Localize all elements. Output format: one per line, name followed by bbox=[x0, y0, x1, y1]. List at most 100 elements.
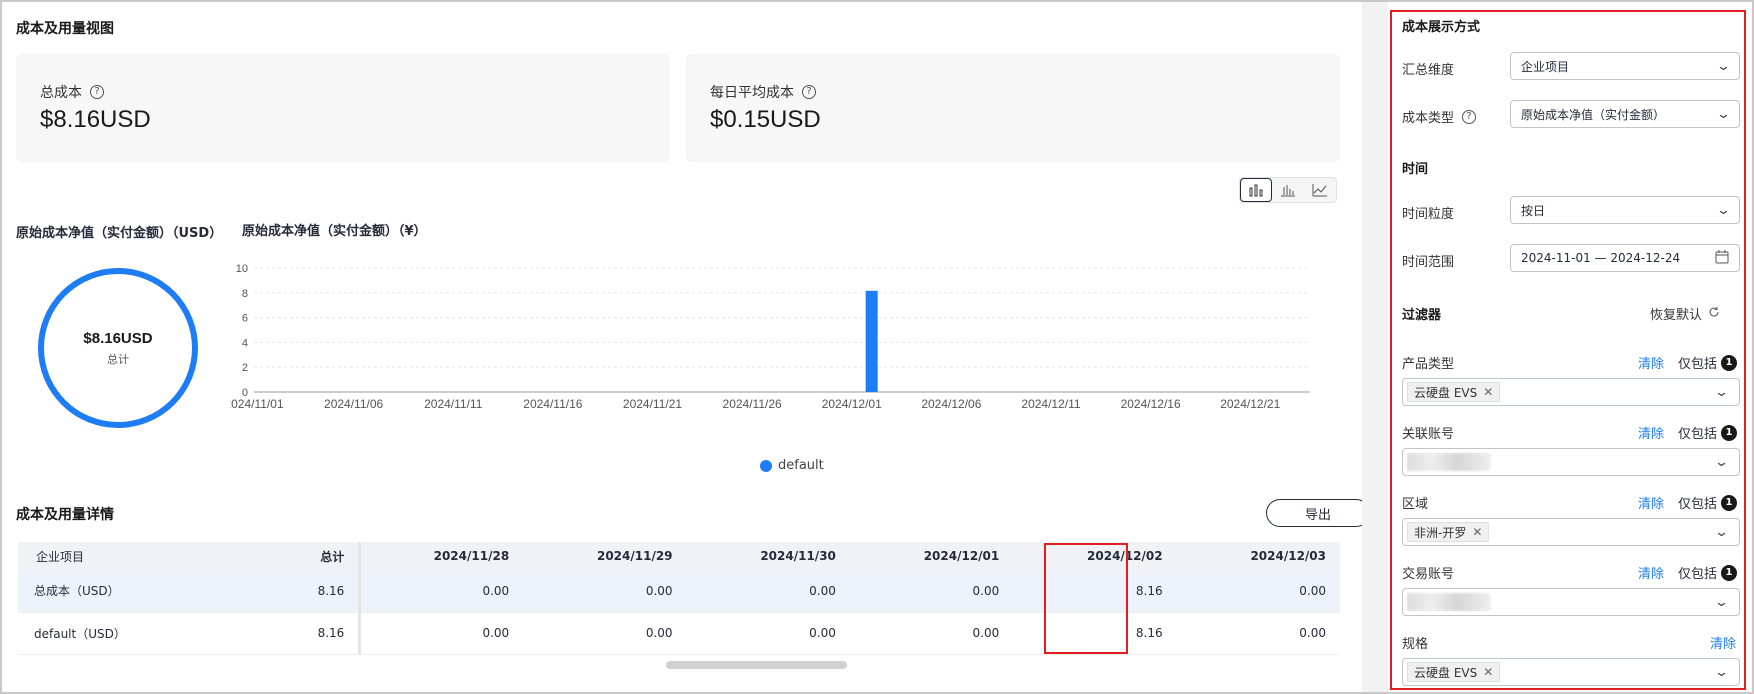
table-cell: 0.00 bbox=[1176, 570, 1340, 613]
column-header: 2024/12/01 bbox=[849, 542, 1014, 570]
x-tick-label: 2024/11/01 bbox=[230, 397, 284, 411]
region-select[interactable]: 非洲-开罗 ✕ ⌄ bbox=[1402, 518, 1740, 546]
selected-tag: 非洲-开罗 ✕ bbox=[1407, 522, 1490, 542]
clear-link[interactable]: 清除 bbox=[1638, 423, 1664, 442]
table-cell: 0.00 bbox=[686, 612, 850, 655]
bar-chart-icon[interactable] bbox=[1272, 178, 1304, 202]
column-header: 总计 bbox=[181, 542, 362, 570]
overview-title: 成本及用量视图 bbox=[16, 21, 114, 37]
linked-account-select[interactable]: ⌄ bbox=[1402, 448, 1740, 476]
x-tick-label: 2024/12/16 bbox=[1121, 397, 1181, 411]
chevron-down-icon: ⌄ bbox=[1713, 384, 1730, 400]
panel-gutter bbox=[1362, 2, 1388, 692]
help-icon[interactable]: ? bbox=[802, 85, 816, 99]
agg-value: 企业项目 bbox=[1521, 59, 1570, 74]
calendar-icon bbox=[1715, 249, 1729, 267]
bar bbox=[865, 290, 878, 392]
trade-account-select[interactable]: ⌄ bbox=[1402, 588, 1740, 616]
donut-chart: $8.16USD 总计 bbox=[38, 268, 198, 428]
y-tick-label: 8 bbox=[242, 288, 248, 300]
selected-tag: 云硬盘 EVS ✕ bbox=[1407, 382, 1501, 402]
selected-tag: 云硬盘 EVS ✕ bbox=[1407, 662, 1501, 682]
highlight-box bbox=[1044, 543, 1128, 654]
date-range-picker[interactable]: 2024-11-01 — 2024-12-24 bbox=[1510, 244, 1740, 272]
redacted-value bbox=[1407, 593, 1491, 611]
count-badge: 1 bbox=[1721, 424, 1738, 441]
table-header-row: 企业项目 总计 2024/11/28 2024/11/29 2024/11/30… bbox=[18, 542, 1340, 570]
daily-avg-card: 每日平均成本 ? $0.15USD bbox=[686, 54, 1340, 162]
table-cell: 0.00 bbox=[686, 570, 850, 613]
table-cell: 0.00 bbox=[359, 612, 524, 655]
table-row[interactable]: 总成本（USD） 8.16 0.00 0.00 0.00 0.00 8.16 0… bbox=[18, 570, 1340, 613]
row-name: 总成本（USD） bbox=[18, 570, 182, 613]
cost-type-select[interactable]: 原始成本净值（实付金额） ⌄ bbox=[1510, 100, 1740, 128]
only-include-toggle[interactable]: 仅包括 1 bbox=[1678, 493, 1738, 512]
bar-chart: 02468102024/11/01 2024/11/06 2024/11/11 202… bbox=[230, 263, 1310, 411]
filter-linked-account-label: 关联账号 bbox=[1402, 427, 1455, 442]
x-tick-label: 2024/11/16 bbox=[523, 397, 582, 411]
legend-dot bbox=[760, 459, 772, 472]
chevron-down-icon: ⌄ bbox=[1713, 664, 1730, 680]
row-name: default（USD） bbox=[18, 612, 182, 655]
product-type-select[interactable]: 云硬盘 EVS ✕ ⌄ bbox=[1402, 378, 1740, 406]
chevron-down-icon: ⌄ bbox=[1715, 106, 1732, 122]
time-heading: 时间 bbox=[1402, 162, 1429, 177]
bar-chart-title: 原始成本净值（实付金额）（¥） bbox=[242, 224, 427, 239]
chevron-down-icon: ⌄ bbox=[1713, 454, 1730, 470]
spec-select[interactable]: 云硬盘 EVS ✕ ⌄ bbox=[1402, 658, 1740, 686]
table-cell: 8.16 bbox=[181, 612, 362, 655]
chevron-down-icon: ⌄ bbox=[1715, 202, 1732, 218]
remove-tag-icon[interactable]: ✕ bbox=[1483, 665, 1493, 679]
clear-link[interactable]: 清除 bbox=[1710, 633, 1736, 652]
x-tick-label: 2024/12/11 bbox=[1021, 397, 1080, 411]
donut-title: 原始成本净值（实付金额）（USD） bbox=[16, 226, 223, 241]
count-badge: 1 bbox=[1721, 354, 1738, 371]
granularity-label: 时间粒度 bbox=[1402, 207, 1455, 222]
only-include-toggle[interactable]: 仅包括 1 bbox=[1678, 353, 1738, 372]
table-cell: 0.00 bbox=[523, 612, 687, 655]
granularity-value: 按日 bbox=[1521, 203, 1546, 218]
only-include-toggle[interactable]: 仅包括 1 bbox=[1678, 563, 1738, 582]
chevron-down-icon: ⌄ bbox=[1715, 58, 1732, 74]
total-cost-label: 总成本 ? bbox=[40, 82, 104, 102]
table-cell: 0.00 bbox=[849, 612, 1014, 655]
range-label: 时间范围 bbox=[1402, 255, 1455, 270]
donut-center-label: 总计 bbox=[107, 352, 129, 366]
column-header: 2024/11/28 bbox=[359, 542, 524, 570]
remove-tag-icon[interactable]: ✕ bbox=[1483, 385, 1493, 399]
granularity-select[interactable]: 按日 ⌄ bbox=[1510, 196, 1740, 224]
donut-bar-icon[interactable] bbox=[1240, 178, 1272, 202]
table-cell: 0.00 bbox=[523, 570, 687, 613]
remove-tag-icon[interactable]: ✕ bbox=[1472, 525, 1482, 539]
reset-default-button[interactable]: 恢复默认 bbox=[1650, 304, 1720, 323]
column-header: 2024/12/03 bbox=[1176, 542, 1340, 570]
only-include-toggle[interactable]: 仅包括 1 bbox=[1678, 423, 1738, 442]
help-icon[interactable]: ? bbox=[1462, 109, 1477, 124]
export-button[interactable]: 导出 bbox=[1266, 499, 1370, 527]
help-icon[interactable]: ? bbox=[90, 85, 104, 99]
clear-link[interactable]: 清除 bbox=[1638, 563, 1664, 582]
filter-heading: 过滤器 bbox=[1402, 308, 1442, 323]
y-tick-label: 6 bbox=[242, 313, 248, 325]
total-cost-card: 总成本 ? $8.16USD bbox=[16, 54, 670, 162]
x-tick-label: 2024/12/06 bbox=[921, 397, 981, 411]
clear-link[interactable]: 清除 bbox=[1638, 493, 1664, 512]
x-tick-label: 2024/12/21 bbox=[1220, 397, 1280, 411]
y-tick-label: 10 bbox=[236, 263, 248, 275]
x-tick-label: 2024/11/21 bbox=[623, 397, 682, 411]
table-row[interactable]: default（USD） 8.16 0.00 0.00 0.00 0.00 8.… bbox=[18, 612, 1340, 655]
cost-type-value: 原始成本净值（实付金额） bbox=[1521, 107, 1666, 122]
table-cell: 8.16 bbox=[181, 570, 362, 613]
filter-panel: 成本展示方式 汇总维度 企业项目 ⌄ 成本类型 ? 原始成本净值（实付金额） ⌄… bbox=[1390, 10, 1746, 690]
x-tick-label: 2024/12/01 bbox=[822, 397, 882, 411]
clear-link[interactable]: 清除 bbox=[1638, 353, 1664, 372]
table-cell: 0.00 bbox=[1176, 612, 1340, 655]
range-value: 2024-11-01 — 2024-12-24 bbox=[1521, 251, 1681, 265]
agg-select[interactable]: 企业项目 ⌄ bbox=[1510, 52, 1740, 80]
main-area: 成本及用量视图 总成本 ? $8.16USD 每日平均成本 ? $0.15USD… bbox=[2, 2, 1370, 692]
line-chart-icon[interactable] bbox=[1304, 178, 1336, 202]
horizontal-scrollbar[interactable] bbox=[666, 661, 847, 669]
daily-avg-label: 每日平均成本 ? bbox=[710, 82, 816, 102]
chart-legend[interactable]: default bbox=[760, 458, 824, 473]
x-tick-label: 2024/11/06 bbox=[324, 397, 383, 411]
